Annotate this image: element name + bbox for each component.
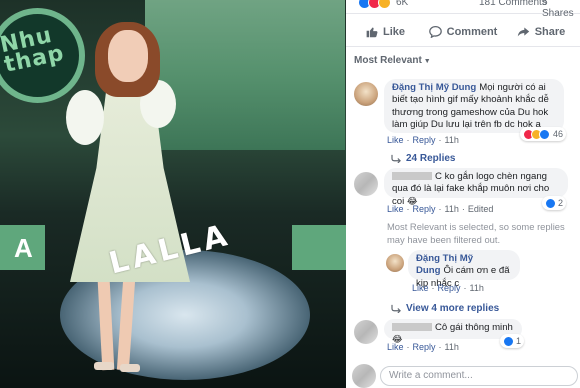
- view-replies-link[interactable]: 24 Replies: [391, 153, 455, 164]
- comments-count-link[interactable]: 181 Comments: [479, 0, 547, 8]
- view-replies-label: 24 Replies: [406, 153, 456, 164]
- comment-meta: Like · Reply · 11h · Edited: [387, 204, 494, 214]
- reply-bubble: Đặng Thị Mỹ Dung Ôi cám ơn e đã kịp nhắc …: [408, 250, 520, 289]
- comment-reaction-count: 46: [553, 129, 564, 139]
- caret-down-icon: ▼: [423, 58, 431, 65]
- like-reaction-icon: [539, 128, 550, 140]
- person-face: [108, 30, 148, 82]
- comment-meta: Like · Reply · 11h: [387, 135, 459, 145]
- avatar[interactable]: [354, 82, 378, 106]
- comment-time[interactable]: 11h: [445, 204, 459, 214]
- comment-button-label: Comment: [446, 25, 498, 38]
- avatar[interactable]: [354, 320, 378, 344]
- stage-tile: [292, 225, 346, 270]
- post-stats: 6K 181 Comments 5 Shares: [346, 0, 580, 19]
- comment-bubble: Đặng Thị Mỹ Dung Mọi người có ai biết tạo…: [384, 79, 564, 133]
- comment-reaction-count: 1: [516, 336, 522, 346]
- reply-arrow-icon: [391, 304, 401, 313]
- comment-like-link[interactable]: Like: [387, 135, 404, 145]
- comments-panel: 6K 181 Comments 5 Shares Like Comment Sh…: [346, 0, 580, 388]
- comment-button[interactable]: Comment: [424, 17, 502, 46]
- comment-bubble: C ko gắn logo chèn ngang qua đó là lại f…: [384, 168, 568, 207]
- comment-edited[interactable]: Edited: [468, 204, 494, 214]
- reaction-summary[interactable]: 6K: [358, 0, 408, 9]
- comment-text: Cô gái thông minh: [435, 322, 513, 333]
- stage-tile-letter: A: [14, 233, 33, 263]
- comment-icon: [428, 25, 442, 38]
- redacted-author[interactable]: [392, 323, 432, 331]
- comment-like-link[interactable]: Like: [387, 204, 404, 214]
- post-actions: Like Comment Share: [346, 17, 580, 47]
- avatar[interactable]: [354, 172, 378, 196]
- comment-reactions[interactable]: 2: [542, 196, 567, 210]
- comment-meta: Like · Reply · 11h: [412, 283, 484, 293]
- person-shoe: [94, 362, 114, 370]
- thumbs-up-icon: [366, 27, 378, 38]
- comment-reaction-count: 2: [558, 198, 564, 208]
- view-more-replies-link[interactable]: View 4 more replies: [391, 303, 499, 314]
- comment-reply-link[interactable]: Reply: [413, 342, 436, 352]
- person-shoe: [120, 364, 140, 372]
- comment-author[interactable]: Đặng Thị Mỹ Dung: [392, 82, 476, 93]
- comment-reply-link[interactable]: Reply: [413, 135, 436, 145]
- comment-reactions[interactable]: 46: [520, 127, 567, 141]
- like-reaction-icon: [545, 197, 556, 209]
- comment-input[interactable]: Write a comment...: [380, 366, 578, 386]
- share-button[interactable]: Share: [502, 17, 580, 46]
- share-arrow-icon: [517, 27, 529, 37]
- like-reaction-icon: [503, 335, 514, 347]
- comment-time[interactable]: 11h: [445, 135, 459, 145]
- comment-like-link[interactable]: Like: [387, 342, 404, 352]
- avatar[interactable]: [386, 254, 404, 272]
- comment-time[interactable]: 11h: [445, 342, 459, 352]
- post-photo[interactable]: Nhu thap A LALLA: [0, 0, 346, 388]
- stage-tile-a: A: [0, 225, 45, 270]
- comment-like-link[interactable]: Like: [412, 283, 429, 293]
- comment-reactions[interactable]: 1: [500, 334, 525, 348]
- view-more-replies-label: View 4 more replies: [406, 303, 500, 314]
- like-button[interactable]: Like: [346, 17, 424, 46]
- filter-notice: Most Relevant is selected, so some repli…: [387, 221, 565, 245]
- share-button-label: Share: [534, 25, 566, 38]
- redacted-author[interactable]: [392, 172, 432, 180]
- reply-arrow-icon: [391, 154, 401, 163]
- person-sleeve: [66, 90, 104, 145]
- haha-reaction-icon: [378, 0, 391, 9]
- comment-meta: Like · Reply · 11h: [387, 342, 459, 352]
- comment-reply-link[interactable]: Reply: [413, 204, 436, 214]
- sort-label: Most Relevant: [354, 55, 422, 66]
- like-button-label: Like: [382, 25, 405, 38]
- comment-time[interactable]: 11h: [470, 283, 484, 293]
- avatar[interactable]: [352, 364, 376, 388]
- comment-reply-link[interactable]: Reply: [438, 283, 461, 293]
- reaction-count: 6K: [396, 0, 409, 8]
- sort-dropdown[interactable]: Most Relevant ▼: [354, 55, 431, 66]
- stage-screen: [145, 0, 345, 150]
